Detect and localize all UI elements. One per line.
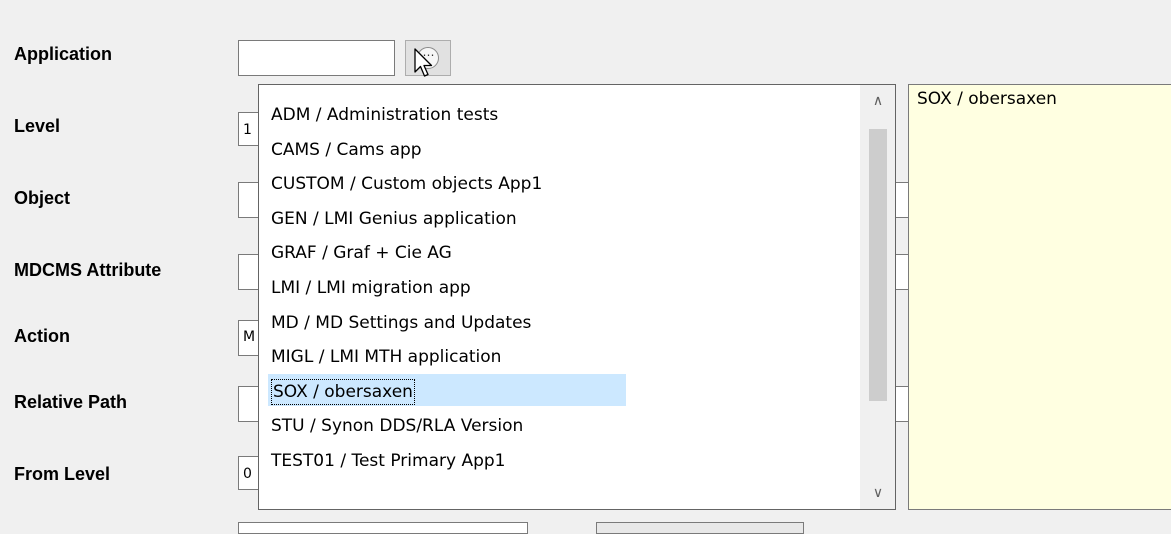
dropdown-option-label: MIGL / LMI MTH application — [271, 347, 502, 368]
dropdown-option-label: GRAF / Graf + Cie AG — [271, 243, 452, 264]
dropdown-option[interactable]: TEST01 / Test Primary App1 — [268, 443, 508, 475]
dropdown-option[interactable]: ADM / Administration tests — [268, 97, 501, 129]
dropdown-option-label: ADM / Administration tests — [271, 105, 499, 125]
dropdown-scrollbar[interactable]: ∧ ∨ — [860, 85, 895, 509]
dropdown-option-label: STU / Synon DDS/RLA Version — [271, 416, 524, 437]
dropdown-option-label: MD / MD Settings and Updates — [271, 312, 532, 333]
application-input[interactable] — [238, 40, 395, 76]
dropdown-option[interactable]: CAMS / Cams app — [268, 132, 425, 164]
application-label: Application — [14, 44, 112, 64]
dropdown-option-label: CUSTOM / Custom objects App1 — [271, 174, 543, 195]
notes-text: SOX / obersaxen — [917, 89, 1057, 109]
partial-field-bottom-left[interactable] — [238, 522, 528, 534]
partial-field-bottom-right[interactable] — [596, 522, 804, 534]
from-level-label: From Level — [14, 464, 111, 484]
dropdown-option-label: LMI / LMI migration app — [271, 278, 471, 298]
dropdown-option-label: TEST01 / Test Primary App1 — [271, 451, 506, 471]
relative-path-label: Relative Path — [14, 392, 128, 412]
scroll-down-arrow-icon[interactable]: ∨ — [861, 477, 895, 509]
scroll-up-arrow-icon[interactable]: ∧ — [861, 85, 895, 117]
mdcms-attribute-label: MDCMS Attribute — [14, 260, 162, 280]
selected-application-notes: SOX / obersaxen — [908, 84, 1171, 510]
dropdown-option-label: GEN / LMI Genius application — [271, 208, 517, 229]
dropdown-option[interactable]: MIGL / LMI MTH application — [268, 339, 504, 371]
application-dropdown-list[interactable]: ADM / Administration tests CAMS / Cams ap… — [258, 84, 896, 510]
dropdown-option-label: CAMS / Cams app — [271, 139, 422, 160]
dropdown-option[interactable]: GEN / LMI Genius application — [268, 201, 520, 233]
dropdown-option-label: SOX / obersaxen — [271, 378, 415, 405]
dropdown-option[interactable]: MD / MD Settings and Updates — [268, 305, 534, 337]
dropdown-option[interactable]: CUSTOM / Custom objects App1 — [268, 166, 545, 198]
dropdown-option[interactable]: LMI / LMI migration app — [268, 270, 474, 302]
level-label: Level — [14, 116, 61, 136]
scrollbar-thumb[interactable] — [869, 129, 887, 401]
mouse-cursor-icon — [414, 48, 433, 77]
dropdown-option[interactable]: SOX / obersaxen — [268, 373, 626, 406]
action-label: Action — [14, 326, 70, 346]
object-label: Object — [14, 188, 71, 208]
dropdown-option[interactable]: STU / Synon DDS/RLA Version — [268, 408, 526, 440]
dropdown-option[interactable]: GRAF / Graf + Cie AG — [268, 235, 455, 267]
